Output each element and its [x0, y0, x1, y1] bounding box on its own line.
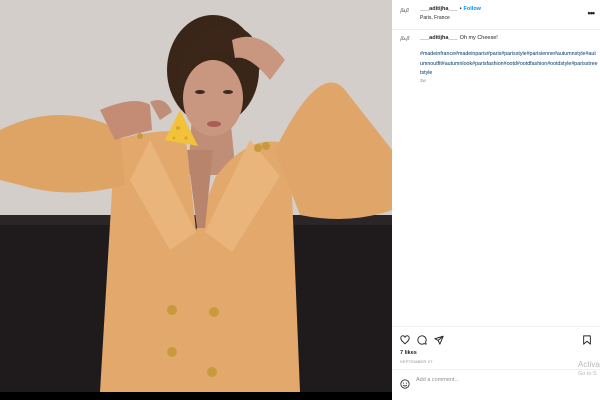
hashtags[interactable]: #madeinfrance#madeinparis#paris#parissty…	[420, 50, 598, 79]
share-icon[interactable]	[434, 332, 444, 350]
caption-username: ___aditijha___ Oh my Cheese!	[420, 35, 498, 41]
heart-icon[interactable]	[400, 332, 410, 350]
location-link[interactable]: Paris, France	[420, 15, 450, 21]
caption-block: ꞵᴀꞵ ___aditijha___ Oh my Cheese! #madeinf…	[400, 35, 598, 83]
separator-dot: •	[459, 6, 462, 12]
post-date: SEPTEMBER 27	[400, 359, 433, 364]
activation-watermark-line2: Go to S	[578, 371, 597, 377]
username-row: ___aditijha___ • Follow	[420, 6, 481, 12]
caption-username-link[interactable]: ___aditijha___	[420, 35, 458, 41]
comment-input[interactable]: Add a comment...	[416, 377, 459, 383]
post-header: ꞵᴀꞵ ___aditijha___ • Follow Paris, France …	[392, 0, 600, 30]
comment-bar: Add a comment...	[392, 369, 600, 393]
follow-button[interactable]: Follow	[464, 6, 481, 12]
post-time-ago: 3w	[420, 78, 426, 83]
caption-avatar[interactable]: ꞵᴀꞵ	[400, 36, 413, 46]
photo-illustration	[0, 0, 392, 392]
post-side-panel: ꞵᴀꞵ ___aditijha___ • Follow Paris, France …	[392, 0, 600, 400]
username-link[interactable]: ___aditijha___	[420, 6, 458, 12]
emoji-icon[interactable]	[400, 376, 410, 394]
avatar[interactable]: ꞵᴀꞵ	[400, 8, 413, 18]
post-photo[interactable]	[0, 0, 392, 392]
activation-watermark-line1: Activa	[578, 360, 600, 369]
caption-line: ꞵᴀꞵ ___aditijha___ Oh my Cheese!	[400, 35, 596, 47]
more-horizontal-icon[interactable]: •••	[588, 8, 596, 18]
caption-text: Oh my Cheese!	[459, 35, 498, 41]
comment-icon[interactable]	[417, 332, 427, 350]
action-bar	[392, 326, 600, 346]
bookmark-icon[interactable]	[582, 332, 592, 350]
likes-count[interactable]: 7 likes	[400, 350, 417, 356]
